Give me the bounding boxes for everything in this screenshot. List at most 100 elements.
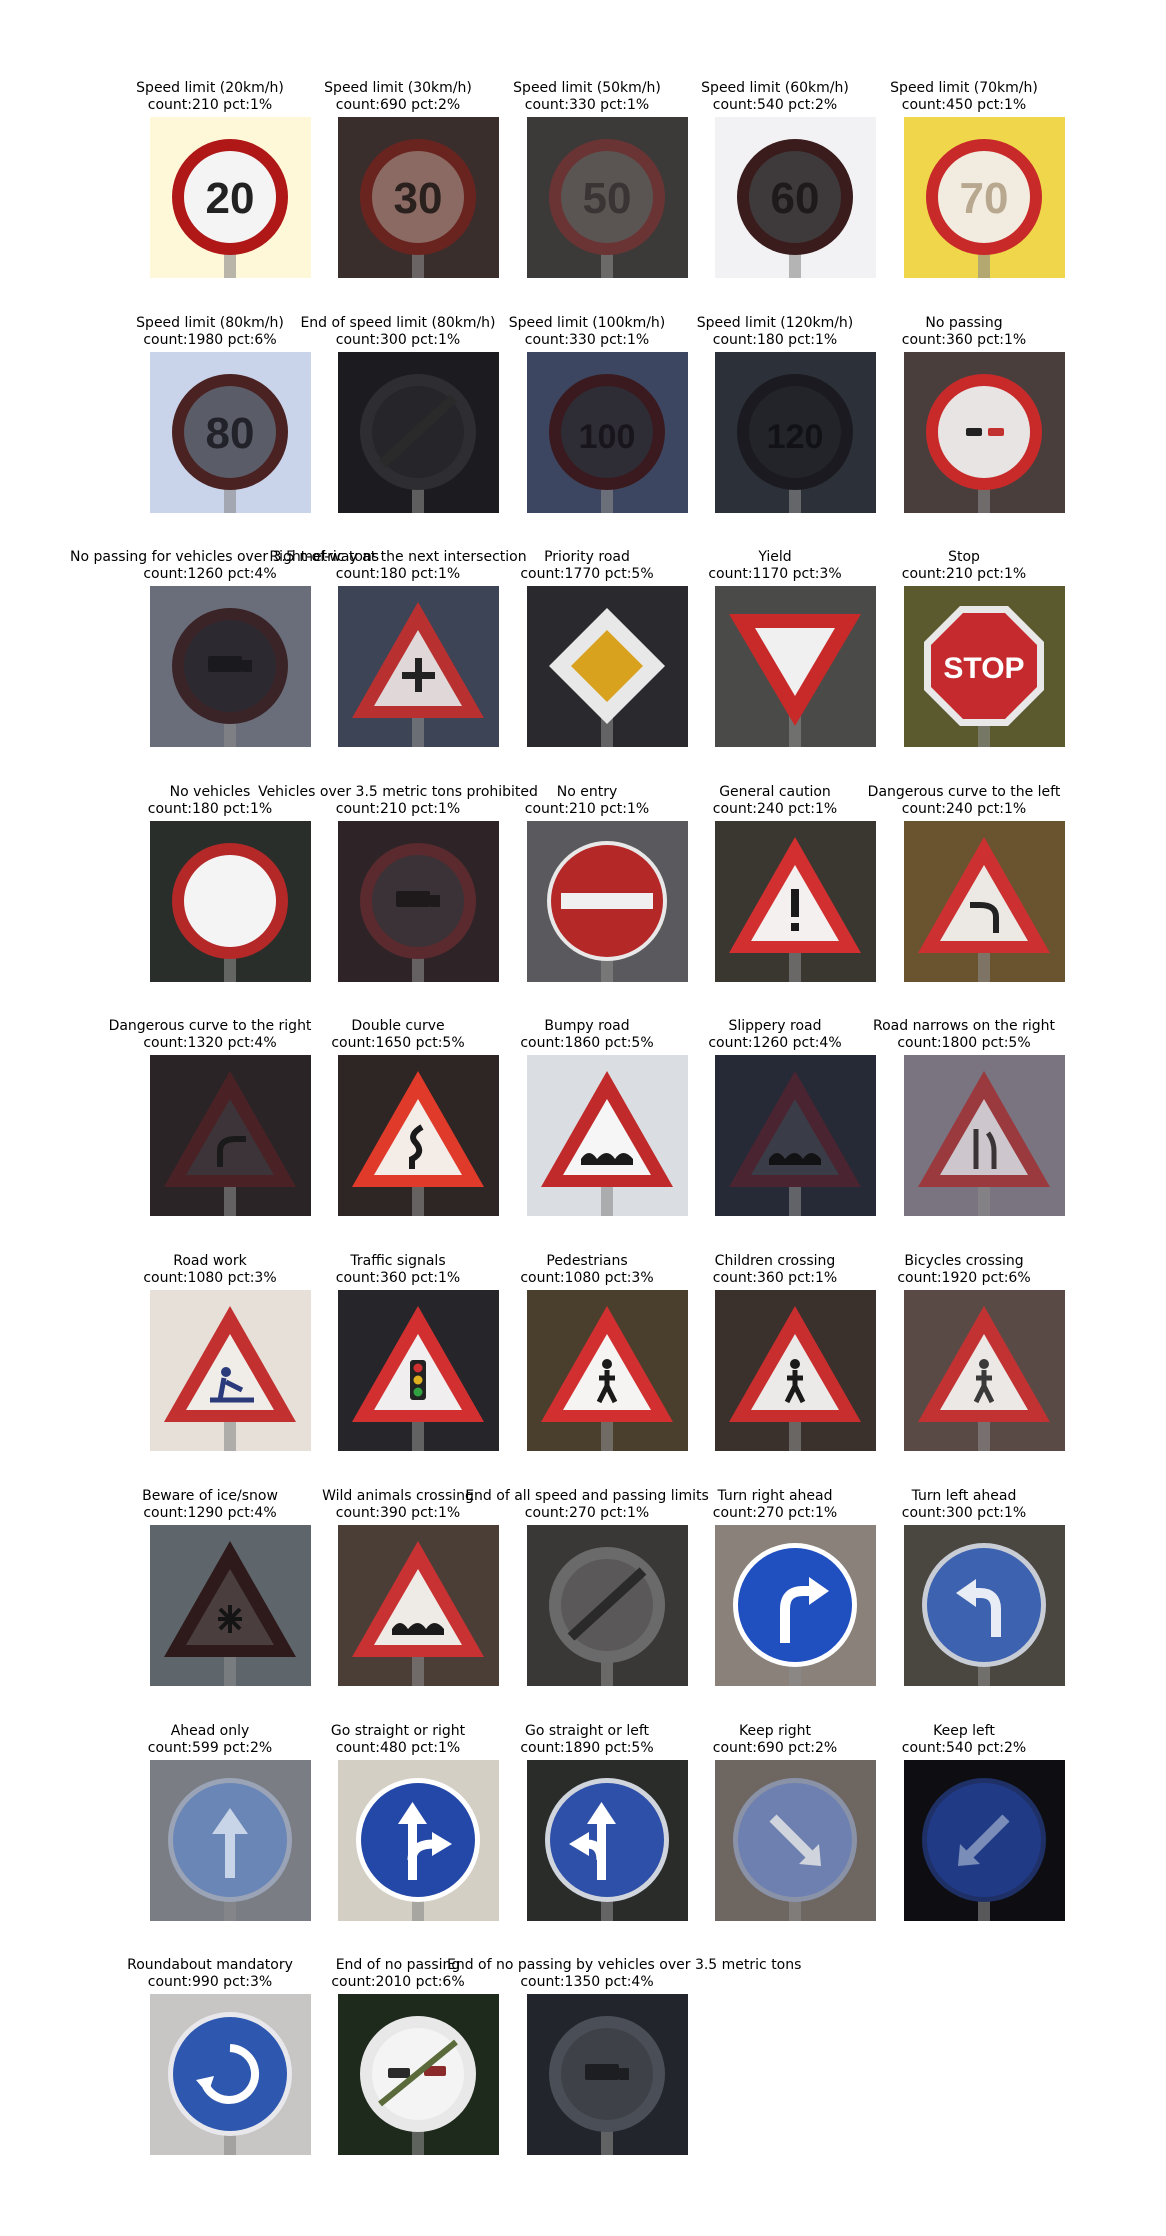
svg-text:100: 100 [579,418,636,456]
speed-30-sign-icon: 30 [338,117,499,278]
speed-20-sign-icon: 20 [150,117,311,278]
sign-stats: count:1350 pct:4% [520,1974,654,1990]
svg-text:STOP: STOP [943,652,1024,685]
curve-right-sign-icon [150,1055,311,1216]
yield-sign-icon [715,586,876,747]
bicycles-crossing-sign-icon [904,1290,1065,1451]
roundabout-sign-image [150,1994,311,2155]
end-all-limits-sign-image [527,1525,688,1686]
traffic-signals-sign-image [338,1290,499,1451]
keep-left-sign-image [904,1760,1065,1921]
keep-right-sign-icon [715,1760,876,1921]
slippery-road-sign-icon [715,1055,876,1216]
children-crossing-sign-image [715,1290,876,1451]
sign-cell: Dangerous curve to the left count:240 pct… [868,784,1084,984]
sign-stats: count:1800 pct:5% [897,1035,1031,1051]
sign-stats: count:450 pct:1% [901,97,1027,113]
sign-caption: No passing count:360 pct:1% [824,315,1104,349]
keep-left-sign-icon [904,1760,1065,1921]
pedestrians-sign-image [527,1290,688,1451]
sign-stats: count:210 pct:1% [901,566,1027,582]
children-crossing-sign-icon [715,1290,876,1451]
svg-text:30: 30 [394,174,443,223]
sign-cell: Bicycles crossing count:1920 pct:6% [884,1253,1084,1453]
sign-gallery: Speed limit (20km/h) count:210 pct:1% 20 Sp… [0,0,1166,2236]
ahead-only-sign-image [150,1760,311,1921]
no-passing-sign-icon [904,352,1065,513]
speed-70-sign-image: 70 [904,117,1065,278]
sign-cell: No passing count:360 pct:1% [884,315,1084,515]
road-work-sign-icon [150,1290,311,1451]
curve-left-sign-image [904,821,1065,982]
end-speed-80-sign-image [338,352,499,513]
speed-50-sign-image: 50 [527,117,688,278]
right-of-way-sign-image [338,586,499,747]
sign-stats: count:300 pct:1% [901,1505,1027,1521]
road-narrows-sign-image [904,1055,1065,1216]
end-all-limits-sign-icon [527,1525,688,1686]
pedestrians-sign-icon [527,1290,688,1451]
stop-sign-icon: STOP [904,586,1065,747]
sign-stats: count:1920 pct:6% [897,1270,1031,1286]
speed-60-sign-icon: 60 [715,117,876,278]
turn-right-sign-icon [715,1525,876,1686]
end-no-passing-sign-icon [338,1994,499,2155]
sign-stats: count:540 pct:2% [901,1740,1027,1756]
sign-title: Stop [948,549,980,565]
svg-text:70: 70 [960,174,1009,223]
straight-or-right-sign-image [338,1760,499,1921]
general-caution-sign-image [715,821,876,982]
no-passing-trucks-sign-image [150,586,311,747]
sign-stats: count:240 pct:1% [901,801,1027,817]
speed-20-sign-image: 20 [150,117,311,278]
traffic-signals-sign-icon [338,1290,499,1451]
slippery-road-sign-image [715,1055,876,1216]
wild-animals-sign-image [338,1525,499,1686]
sign-caption: Keep left count:540 pct:2% [824,1723,1104,1757]
wild-animals-sign-icon [338,1525,499,1686]
right-of-way-sign-icon [338,586,499,747]
sign-title: End of no passing by vehicles over 3.5 m… [447,1957,802,1973]
sign-caption: Stop count:210 pct:1% [824,549,1104,583]
sign-caption: End of no passing by vehicles over 3.5 m… [447,1957,802,1991]
sign-title: Dangerous curve to the left [867,784,1061,800]
sign-cell: Keep left count:540 pct:2% [884,1723,1084,1923]
road-narrows-sign-icon [904,1055,1065,1216]
speed-80-sign-image: 80 [150,352,311,513]
speed-80-sign-icon: 80 [150,352,311,513]
sign-caption: Speed limit (70km/h) count:450 pct:1% [824,80,1104,114]
sign-cell: Road narrows on the right count:1800 pct:… [873,1018,1084,1218]
end-speed-80-sign-icon [338,352,499,513]
no-passing-trucks-sign-icon [150,586,311,747]
speed-70-sign-icon: 70 [904,117,1065,278]
speed-100-sign-icon: 100 [527,352,688,513]
curve-right-sign-image [150,1055,311,1216]
no-trucks-sign-image [338,821,499,982]
priority-road-sign-icon [527,586,688,747]
svg-text:60: 60 [771,174,820,223]
no-entry-sign-image [527,821,688,982]
roundabout-sign-icon [150,1994,311,2155]
sign-caption: Dangerous curve to the left count:240 pct… [824,784,1104,818]
sign-title: Speed limit (70km/h) [890,80,1038,96]
speed-100-sign-image: 100 [527,352,688,513]
straight-or-left-sign-image [527,1760,688,1921]
ice-snow-sign-image [150,1525,311,1686]
ahead-only-sign-icon [150,1760,311,1921]
svg-text:20: 20 [206,174,255,223]
no-entry-sign-icon [527,821,688,982]
keep-right-sign-image [715,1760,876,1921]
no-vehicles-sign-image [150,821,311,982]
straight-or-right-sign-icon [338,1760,499,1921]
sign-stats: count:360 pct:1% [901,332,1027,348]
speed-50-sign-icon: 50 [527,117,688,278]
no-passing-sign-image [904,352,1065,513]
stop-sign-image: STOP [904,586,1065,747]
sign-caption: Bicycles crossing count:1920 pct:6% [824,1253,1104,1287]
speed-120-sign-icon: 120 [715,352,876,513]
bicycles-crossing-sign-image [904,1290,1065,1451]
sign-title: Turn left ahead [911,1488,1017,1504]
turn-right-sign-image [715,1525,876,1686]
svg-text:120: 120 [767,418,824,456]
yield-sign-image [715,586,876,747]
